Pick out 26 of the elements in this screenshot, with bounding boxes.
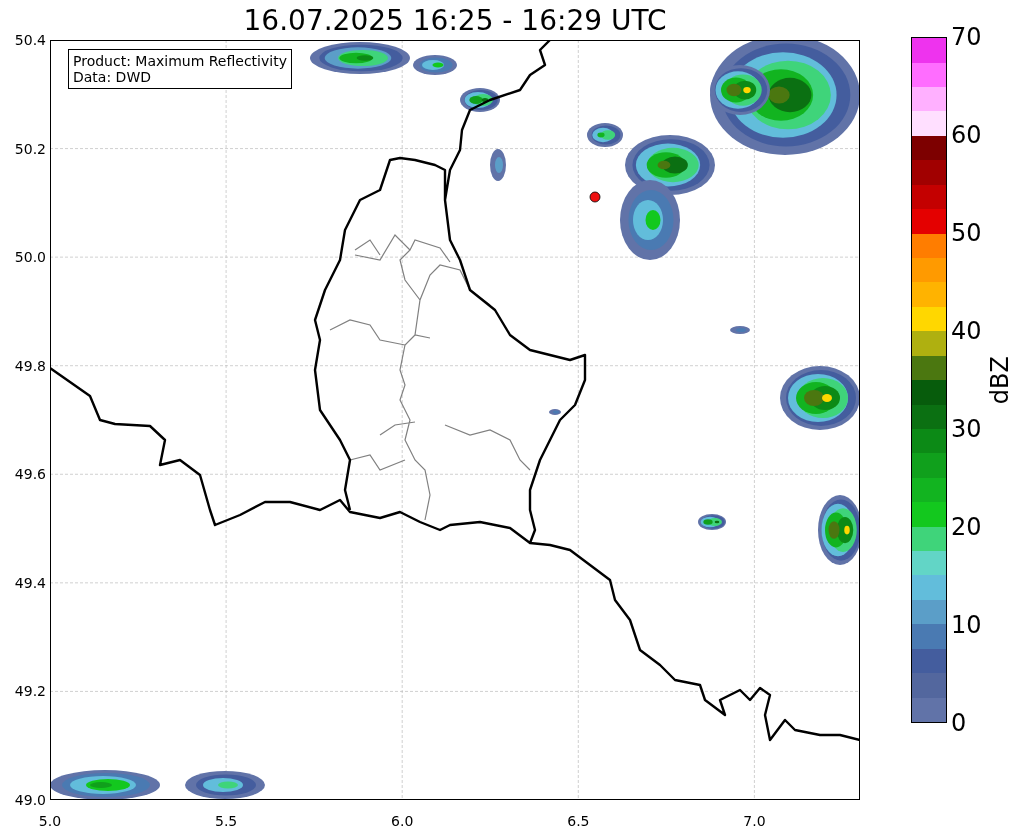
axis-tick-label: 50.0 [14,249,46,266]
axis-tick-label: 5.0 [37,813,63,829]
colorbar-tick-label: 10 [951,611,982,639]
colorbar-tick-label: 70 [951,23,982,51]
info-text: Product: Maximum Reflectivity [73,53,287,69]
axis-tick-label: 7.0 [742,813,767,829]
axis-tick-label: 49.8 [14,357,46,374]
colorbar-tick-label: 50 [951,219,982,247]
colorbar-label: dBZ [985,355,1014,405]
axis-tick-label: 6.0 [390,813,415,829]
axis-tick-label: 49.4 [14,574,46,591]
colorbar-tick-label: 20 [951,513,982,541]
colorbar-tick-label: 40 [951,317,982,345]
axis-tick-label: 50.2 [14,140,46,157]
axis-tick-label: 50.4 [14,32,46,48]
axis-tick-label: 5.5 [214,813,239,829]
info-text: Data: DWD [73,69,152,85]
colorbar-tick-label: 30 [951,415,982,443]
axis-tick-label: 49.0 [14,791,46,808]
axis-tick-label: 6.5 [566,813,591,829]
axis-tick-label: 49.2 [14,683,46,700]
colorbar-tick-label: 0 [951,709,968,737]
chart-title: 16.07.2025 16:25 - 16:29 UTC [242,3,668,39]
axis-tick-label: 49.6 [14,466,46,483]
colorbar-tick-label: 60 [951,121,982,149]
location-marker [589,191,601,203]
